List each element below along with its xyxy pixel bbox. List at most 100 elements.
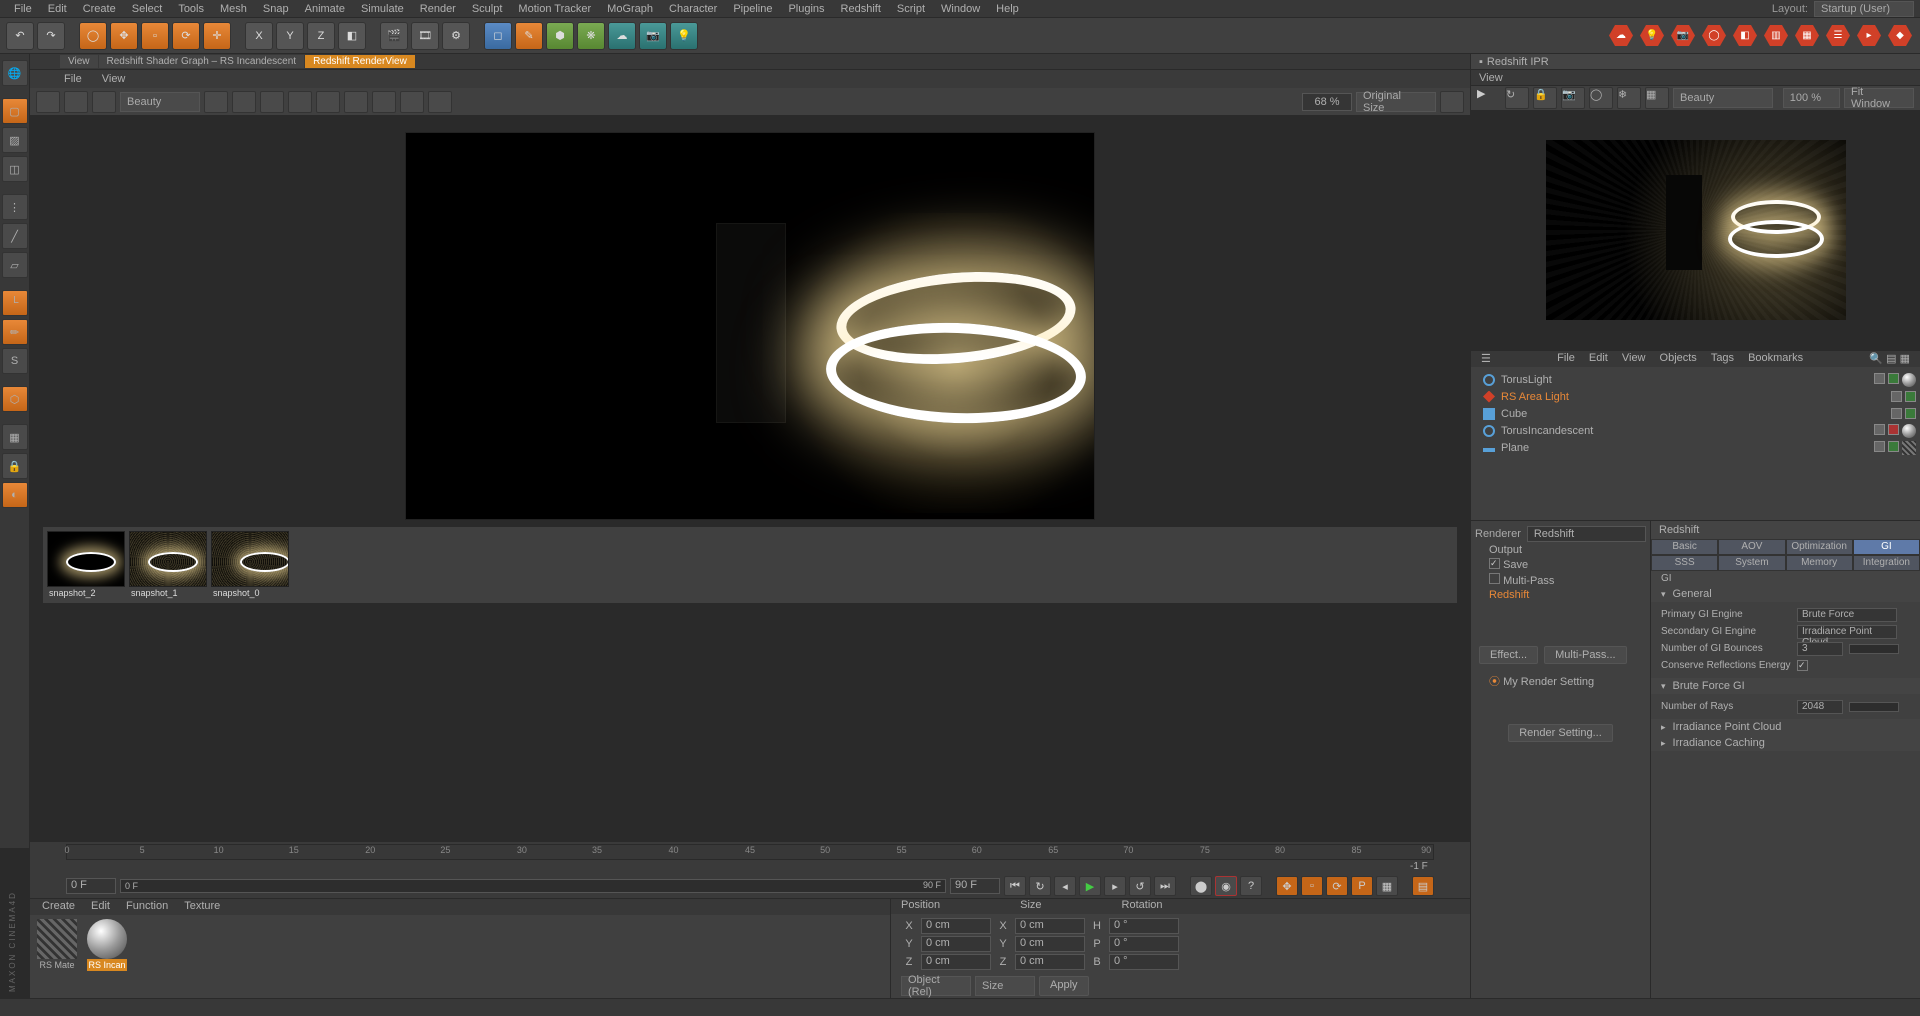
render-viewport[interactable]: snapshot_2 snapshot_1 snapshot_0 <box>30 116 1470 842</box>
rv-channel-btn[interactable] <box>204 91 228 113</box>
tweak-btn[interactable]: ✏ <box>2 319 28 345</box>
workplane-btn[interactable]: ◫ <box>2 156 28 182</box>
rs-hex-10[interactable]: ◆ <box>1886 22 1914 50</box>
axis-z-btn[interactable]: Z <box>307 22 335 50</box>
conserve-energy-checkbox[interactable] <box>1797 660 1808 671</box>
reverse-play-btn[interactable]: ↻ <box>1029 876 1051 896</box>
gi-bounces-field[interactable]: 3 <box>1797 642 1843 656</box>
obj-plane[interactable]: Plane <box>1475 439 1916 456</box>
render-settings-btn[interactable]: ⚙ <box>442 22 470 50</box>
gi-bounces-slider[interactable] <box>1849 644 1899 654</box>
recent-tool-btn[interactable]: ✛ <box>203 22 231 50</box>
tab-renderview[interactable]: Redshift RenderView <box>305 55 415 68</box>
snapshot-0[interactable]: snapshot_0 <box>211 531 289 599</box>
om-file[interactable]: File <box>1557 352 1575 366</box>
object-mode-select[interactable]: Object (Rel) <box>901 976 971 996</box>
render-view-btn[interactable]: 🎬 <box>380 22 408 50</box>
rv-circle-btn[interactable] <box>344 91 368 113</box>
tree-save[interactable]: Save <box>1475 557 1646 572</box>
multipass-button[interactable]: Multi-Pass... <box>1544 646 1627 664</box>
workplane2-btn[interactable]: ▦ <box>2 424 28 450</box>
redo-btn[interactable]: ↷ <box>37 22 65 50</box>
rv-pass-select[interactable]: Beauty <box>120 92 200 112</box>
pos-z-field[interactable]: 0 cm <box>921 954 991 970</box>
tree-output[interactable]: Output <box>1475 543 1646 557</box>
goto-start-btn[interactable]: ⏮ <box>1004 876 1026 896</box>
layout-select[interactable]: Startup (User) <box>1814 1 1914 17</box>
mat-menu-texture[interactable]: Texture <box>184 900 220 914</box>
menu-tools[interactable]: Tools <box>170 1 212 17</box>
size-x-field[interactable]: 0 cm <box>1015 918 1085 934</box>
tree-multipass[interactable]: Multi-Pass <box>1475 572 1646 588</box>
ipr-fit-select[interactable]: Fit Window <box>1844 88 1914 108</box>
tab-gi[interactable]: GI <box>1853 539 1920 555</box>
effect-button[interactable]: Effect... <box>1479 646 1538 664</box>
render-setting-button[interactable]: Render Setting... <box>1508 724 1613 742</box>
ipr-region-btn[interactable]: ◯ <box>1589 87 1613 109</box>
menu-pipeline[interactable]: Pipeline <box>725 1 780 17</box>
next-frame-btn[interactable]: ▸ <box>1104 876 1126 896</box>
environment-btn[interactable]: ☁ <box>608 22 636 50</box>
camera-btn[interactable]: 📷 <box>639 22 667 50</box>
frame-end-field[interactable]: 90 F <box>950 878 1000 894</box>
rs-hex-8[interactable]: ☰ <box>1824 22 1852 50</box>
undo-btn[interactable]: ↶ <box>6 22 34 50</box>
tab-optimization[interactable]: Optimization <box>1786 539 1853 555</box>
brute-rays-slider[interactable] <box>1849 702 1899 712</box>
tab-integration[interactable]: Integration <box>1853 555 1920 571</box>
size-z-field[interactable]: 0 cm <box>1015 954 1085 970</box>
timeline-panel-btn[interactable]: ▤ <box>1412 876 1434 896</box>
timeline-range-slider[interactable]: 0 F90 F <box>120 879 946 893</box>
tab-aov[interactable]: AOV <box>1718 539 1785 555</box>
my-render-setting[interactable]: ⦿ My Render Setting <box>1475 672 1646 690</box>
mat-menu-function[interactable]: Function <box>126 900 168 914</box>
tab-view[interactable]: View <box>60 55 98 68</box>
brute-rays-field[interactable]: 2048 <box>1797 700 1843 714</box>
model-mode-btn[interactable]: ▢ <box>2 98 28 124</box>
ipr-refresh-btn[interactable]: ↻ <box>1505 87 1529 109</box>
ipr-snapshot-btn[interactable]: 📷 <box>1561 87 1585 109</box>
menu-window[interactable]: Window <box>933 1 988 17</box>
rv-save-btn[interactable] <box>36 91 60 113</box>
rv-crop-btn[interactable] <box>232 91 256 113</box>
rs-hex-2[interactable]: 💡 <box>1638 22 1666 50</box>
points-mode-btn[interactable]: ⋮ <box>2 194 28 220</box>
key-pla-btn[interactable]: ▦ <box>1376 876 1398 896</box>
menu-sculpt[interactable]: Sculpt <box>464 1 511 17</box>
deformer-btn[interactable]: ❋ <box>577 22 605 50</box>
ipr-bucket-btn[interactable]: ▦ <box>1645 87 1669 109</box>
om-view[interactable]: View <box>1622 352 1646 366</box>
lock-btn[interactable]: 🔒 <box>2 453 28 479</box>
rv-menu-view[interactable]: View <box>102 73 126 85</box>
rv-menu-file[interactable]: File <box>64 73 82 85</box>
rs-hex-6[interactable]: ▥ <box>1762 22 1790 50</box>
primary-gi-select[interactable]: Brute Force <box>1797 608 1897 622</box>
live-select-btn[interactable]: ◯ <box>79 22 107 50</box>
generator-btn[interactable]: ⬢ <box>546 22 574 50</box>
axis-x-btn[interactable]: X <box>245 22 273 50</box>
om-edit[interactable]: Edit <box>1589 352 1608 366</box>
prev-frame-btn[interactable]: ◂ <box>1054 876 1076 896</box>
rv-rem-btn[interactable] <box>428 91 452 113</box>
menu-script[interactable]: Script <box>889 1 933 17</box>
key-rot-btn[interactable]: ⟳ <box>1326 876 1348 896</box>
rs-hex-3[interactable]: 📷 <box>1669 22 1697 50</box>
menu-animate[interactable]: Animate <box>297 1 353 17</box>
snap-btn[interactable]: ⬡ <box>2 386 28 412</box>
rs-hex-4[interactable]: ◯ <box>1700 22 1728 50</box>
rv-size-select[interactable]: Original Size <box>1356 92 1436 112</box>
obj-torusincan[interactable]: TorusIncandescent <box>1475 422 1916 439</box>
size-y-field[interactable]: 0 cm <box>1015 936 1085 952</box>
material-rs-mate[interactable]: RS Mate <box>34 919 80 994</box>
om-bookmarks[interactable]: Bookmarks <box>1748 352 1803 366</box>
size-mode-select[interactable]: Size <box>975 976 1035 996</box>
ipr-lock-btn[interactable]: 🔒 <box>1533 87 1557 109</box>
om-objects[interactable]: Objects <box>1660 352 1697 366</box>
key-pos-btn[interactable]: ✥ <box>1276 876 1298 896</box>
save-checkbox[interactable] <box>1489 558 1500 569</box>
menu-help[interactable]: Help <box>988 1 1027 17</box>
timeline-ruler[interactable]: 0 5 10 15 20 25 30 35 40 45 50 55 60 65 … <box>66 844 1434 860</box>
rv-zoom-field[interactable]: 68 % <box>1302 93 1352 111</box>
ipc-header[interactable]: Irradiance Point Cloud <box>1651 719 1920 735</box>
rot-h-field[interactable]: 0 ° <box>1109 918 1179 934</box>
